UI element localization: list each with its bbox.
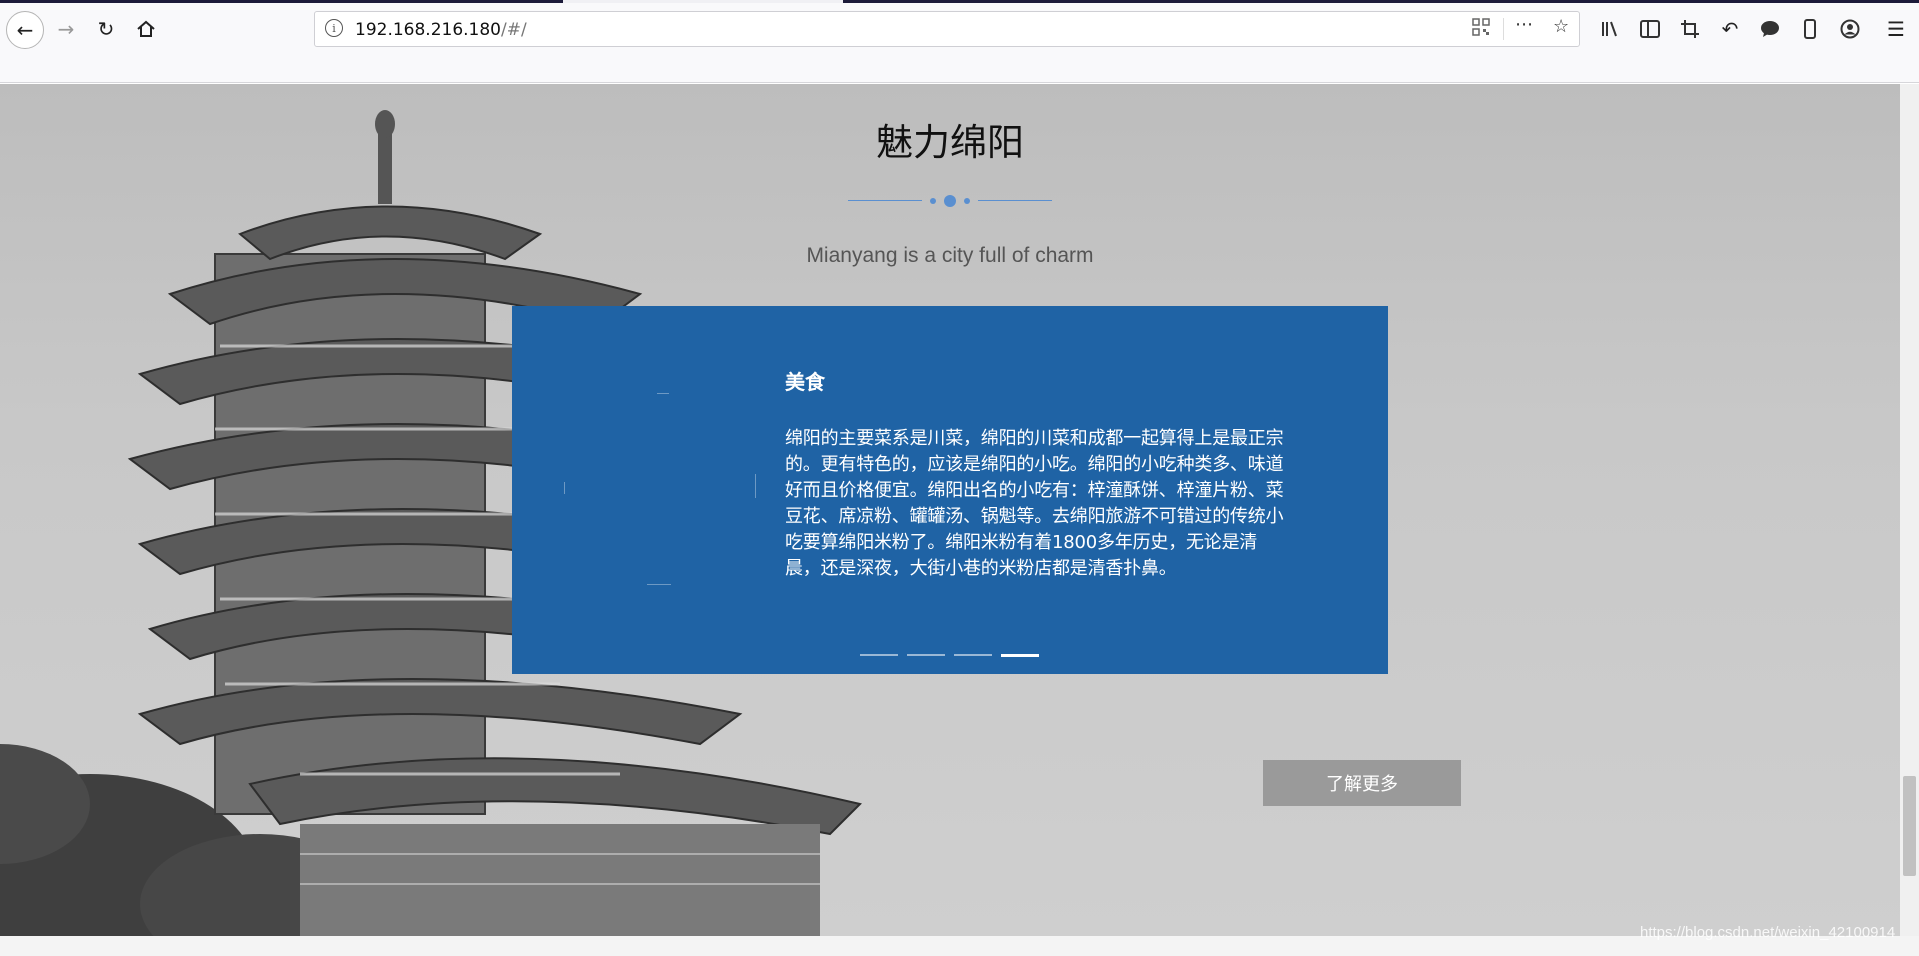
chat-bubble-icon (1761, 21, 1779, 37)
card-decoration (647, 584, 671, 585)
watermark-text: https://blog.csdn.net/weixin_42100914 (1640, 924, 1896, 941)
library-button[interactable] (1594, 13, 1626, 45)
section-subtitle: Mianyang is a city full of charm (806, 244, 1094, 267)
arrow-right-icon: → (57, 17, 75, 41)
chat-button[interactable] (1754, 13, 1786, 45)
carousel-indicator-3[interactable] (954, 654, 992, 656)
url-path: /#/ (501, 20, 527, 40)
info-icon[interactable]: i (325, 19, 343, 37)
sidebar-button[interactable] (1634, 13, 1666, 45)
forward-button[interactable]: → (50, 13, 82, 45)
divider-dot-small (930, 198, 936, 204)
undo-icon: ↶ (1721, 17, 1739, 41)
more-actions-icon[interactable]: ⋯ (1515, 14, 1533, 35)
card-decoration (657, 393, 669, 394)
url-text[interactable]: 192.168.216.180/#/ (355, 20, 527, 40)
url-bar[interactable]: i 192.168.216.180/#/ ⋯ ☆ (314, 11, 1580, 47)
carousel-indicator-1[interactable] (860, 654, 898, 656)
reload-icon: ↻ (97, 17, 115, 41)
account-button[interactable] (1834, 13, 1866, 45)
card-decoration (564, 482, 565, 494)
hamburger-menu-icon: ☰ (1887, 17, 1905, 41)
card-decoration (755, 474, 756, 498)
page-viewport: 魅力绵阳 Mianyang is a city full of charm 美食… (0, 84, 1900, 936)
browser-toolbar: ← → ↻ i 192.168.216.180/#/ ⋯ ☆ ↶ ☰ (0, 3, 1919, 83)
carousel-indicator-4[interactable] (1001, 654, 1039, 657)
url-divider (1503, 18, 1504, 40)
mobile-view-button[interactable] (1794, 13, 1826, 45)
home-icon (137, 20, 155, 37)
divider-line-left (848, 200, 922, 201)
home-button[interactable] (130, 13, 162, 45)
qr-code-icon[interactable] (1472, 18, 1490, 41)
carousel-card: 美食 绵阳的主要菜系是川菜，绵阳的川菜和成都一起算得上是最正宗的。更有特色的，应… (512, 306, 1388, 674)
reload-button[interactable]: ↻ (90, 13, 122, 45)
crop-icon (1681, 20, 1699, 38)
bookmark-star-icon[interactable]: ☆ (1553, 16, 1569, 37)
arrow-left-icon: ← (16, 18, 34, 42)
divider-dot-large (944, 195, 956, 207)
phone-icon (1804, 19, 1816, 39)
divider-dot-small (964, 198, 970, 204)
section-title: 魅力绵阳 (876, 121, 1024, 164)
learn-more-button[interactable]: 了解更多 (1263, 760, 1461, 806)
carousel-indicator-2[interactable] (907, 654, 945, 656)
sidebar-icon (1640, 20, 1660, 38)
screenshot-button[interactable] (1674, 13, 1706, 45)
scrollbar-thumb[interactable] (1903, 776, 1916, 876)
account-icon (1840, 19, 1860, 39)
carousel-indicators (860, 654, 1060, 658)
menu-button[interactable]: ☰ (1880, 13, 1912, 45)
page-footer-strip (0, 936, 1919, 956)
divider-line-right (978, 200, 1052, 201)
url-host: 192.168.216.180 (355, 20, 502, 40)
library-icon (1602, 21, 1617, 37)
undo-button[interactable]: ↶ (1714, 13, 1746, 45)
slide-body: 绵阳的主要菜系是川菜，绵阳的川菜和成都一起算得上是最正宗的。更有特色的，应该是绵… (785, 428, 1284, 579)
slide-title: 美食 (785, 370, 825, 394)
title-divider (848, 194, 1052, 208)
back-button[interactable]: ← (6, 11, 44, 49)
